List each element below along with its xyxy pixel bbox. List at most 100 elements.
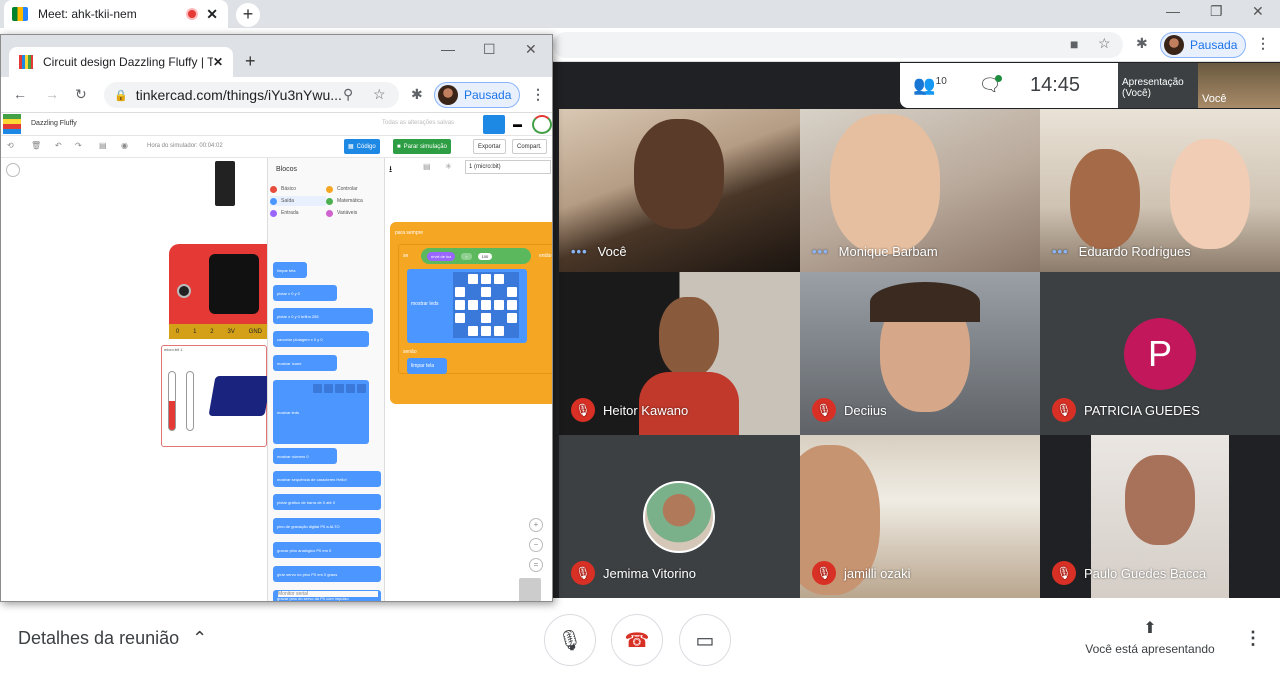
minimize-icon[interactable]: — [441,41,455,57]
new-tab-button[interactable]: + [236,3,260,27]
palette-block[interactable]: mostrar número 0 [273,448,337,464]
zoom-reset-icon[interactable]: = [529,558,543,572]
trash-icon[interactable] [519,578,541,601]
minimize-icon[interactable]: — [1166,3,1180,19]
operator-dropdown[interactable]: > [461,252,472,260]
participant-tile[interactable]: ••• Eduardo Rodrigues [1040,109,1280,272]
extensions-icon[interactable]: ✱ [1136,35,1148,52]
tinkercad-logo-icon[interactable] [3,114,21,134]
new-tab-icon[interactable]: + [245,51,256,72]
presenting-button[interactable]: ⬆ Você está apresentando [1076,618,1224,656]
light-slider[interactable] [186,371,194,431]
circuit-view-icon[interactable] [483,115,505,134]
visibility-icon[interactable]: ◉ [121,141,128,150]
palette-block[interactable]: plotar x 0 y 0 brilho 255 [273,308,373,324]
zoom-in-icon[interactable]: + [529,518,543,532]
share-button[interactable]: Compart. [512,139,547,154]
more-options-icon[interactable]: ⋮ [1244,628,1262,649]
restore-icon[interactable]: ❐ [1210,3,1223,20]
palette-block[interactable]: plotar x 0 y 0 [273,285,337,301]
microbit-board[interactable]: 0 1 2 3V GND [169,244,269,339]
category-input[interactable]: Entrada [270,208,326,218]
extensions-icon[interactable]: ✱ [411,86,423,103]
palette-block[interactable]: mostrar sequência de caracteres Hello! [273,471,381,487]
close-window-icon[interactable]: ✕ [525,41,537,58]
rotate-icon[interactable]: ⟲ [7,141,14,150]
star-icon[interactable]: ☆ [1098,35,1111,52]
category-math[interactable]: Matemática [326,196,382,206]
delete-icon[interactable]: 🗑 [31,141,41,150]
stop-simulation-button[interactable]: ■ Parar simulação [393,139,451,154]
maximize-icon[interactable]: ☐ [483,41,496,58]
chat-button[interactable]: 🗨 [960,75,1020,96]
undo-icon[interactable]: ↶ [55,141,62,150]
workspace-led-grid[interactable] [453,272,519,338]
meet-tab[interactable]: Meet: ahk-tkii-nem ✕ [4,0,228,28]
simulator-panel[interactable]: micro:bit 1 [161,345,272,447]
back-icon[interactable]: ← [13,86,27,102]
palette-block[interactable]: plotar gráfico de barra de 0 até 0 [273,494,381,510]
palette-block[interactable]: mostrar ícone [273,355,337,371]
popup-address-bar[interactable]: 🔒 tinkercad.com/things/iYu3nYwu... [104,82,399,108]
close-tab-icon[interactable]: ✕ [213,55,223,69]
upload-icon[interactable]: ▤ [423,162,431,171]
close-tab-icon[interactable]: ✕ [206,6,218,23]
list-view-icon[interactable]: ▬ [513,119,522,129]
camera-button[interactable]: ▭ [679,614,731,666]
device-select[interactable]: 1 (micro:bit) [465,160,551,174]
category-basic[interactable]: Básico [270,184,326,194]
user-avatar[interactable] [532,115,552,134]
profile-button[interactable]: Pausada [1160,32,1247,58]
address-bar[interactable] [553,32,1123,58]
end-call-button[interactable]: ☎ [611,614,663,666]
debug-icon[interactable]: ✳ [445,162,452,171]
close-window-icon[interactable]: ✕ [1252,3,1264,20]
participant-tile[interactable]: 🎙 jamilli ozaki [800,435,1040,598]
palette-block[interactable]: gravar pino analógico P0 em 0 [273,542,381,558]
light-level-block[interactable]: nível de luz [427,251,456,261]
palette-block[interactable]: pino de gravação digital P0 a ALTO [273,518,381,534]
notes-icon[interactable]: ▤ [99,141,107,150]
participant-tile[interactable]: 🎙 Heitor Kawano [559,272,800,435]
zoom-fit-icon[interactable] [6,163,20,177]
star-icon[interactable]: ☆ [373,86,386,103]
threshold-input[interactable]: 100 [477,252,493,260]
palette-block[interactable]: cancelar plotagem x 0 y 0 [273,331,369,347]
participant-tile[interactable]: 🎙 Jemima Vitorino [559,435,800,598]
download-icon[interactable]: ⭳ [389,162,392,178]
menu-icon[interactable]: ⋮ [1256,35,1270,52]
category-control[interactable]: Controlar [326,184,382,194]
forever-block[interactable]: para sempre se nível de luz > 100 então … [390,222,552,404]
design-name[interactable]: Dazzling Fluffy [31,120,77,127]
tinkercad-tab[interactable]: Circuit design Dazzling Fluffy | Ti ✕ [9,47,233,77]
condition-block[interactable]: nível de luz > 100 [421,248,531,264]
reload-icon[interactable]: ↻ [75,86,87,103]
participant-tile[interactable]: 🎙 Deciius [800,272,1040,435]
circuit-canvas[interactable]: 0 1 2 3V GND micro:bit 1 [1,158,272,601]
presentation-tile[interactable]: Apresentação (Você) Você [1118,63,1280,108]
popup-profile-button[interactable]: Pausada [434,82,521,108]
clear-screen-block[interactable]: limpar tela [407,358,447,374]
if-block[interactable]: se nível de luz > 100 então mostrar leds [398,244,552,374]
participant-tile[interactable]: 🎙 Paulo Guedes Bacca [1040,435,1280,598]
participants-button[interactable]: 👥10 [900,75,960,96]
zoom-icon[interactable]: ⚲ [343,86,353,103]
forward-icon[interactable]: → [45,86,59,102]
palette-block[interactable]: limpar tela [273,262,307,278]
serial-monitor-toggle[interactable]: Monitor serial [278,591,378,597]
button-a[interactable] [177,284,191,298]
show-leds-block[interactable]: mostrar leds [407,269,527,343]
code-workspace[interactable]: ⭳ ▤ ✳ 1 (micro:bit) para sempre se nível… [384,158,552,601]
temperature-slider[interactable] [168,371,176,431]
palette-block-show-leds[interactable]: mostrar leds [273,380,369,444]
participant-tile[interactable]: ••• Monique Barbam [800,109,1040,272]
palette-block[interactable]: girar servo no pino P0 em 0 graus [273,566,381,582]
participant-tile[interactable]: P 🎙 PATRICIA GUEDES [1040,272,1280,435]
code-button[interactable]: ▦ Código [344,139,380,154]
menu-icon[interactable]: ⋮ [531,86,545,103]
participant-tile[interactable]: ••• Você [559,109,800,272]
camera-icon[interactable]: ■ [1070,36,1078,52]
category-variables[interactable]: Variáveis [326,208,382,218]
microphone-button[interactable]: 🎙 [544,614,596,666]
export-button[interactable]: Exportar [473,139,506,154]
